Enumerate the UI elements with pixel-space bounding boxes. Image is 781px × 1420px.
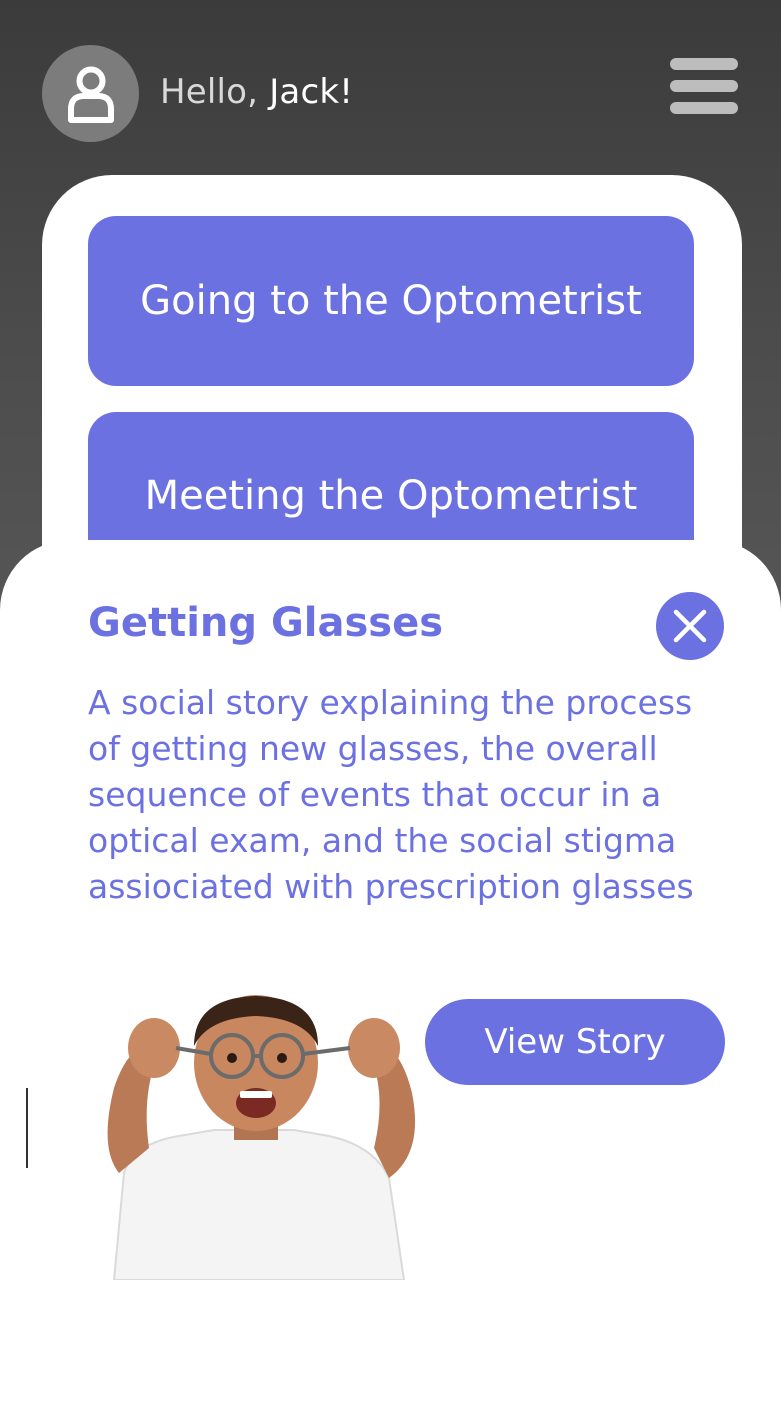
- greeting: Hello, Jack!: [160, 72, 353, 112]
- menu-bar: [670, 102, 738, 114]
- menu-bar: [670, 80, 738, 92]
- greeting-prefix: Hello,: [160, 72, 259, 112]
- menu-bar: [670, 58, 738, 70]
- story-image: [107, 995, 416, 1280]
- view-story-button[interactable]: View Story: [425, 999, 725, 1085]
- user-name: Jack!: [269, 72, 354, 112]
- view-story-label: View Story: [484, 1022, 666, 1062]
- close-icon: [673, 609, 707, 643]
- close-button[interactable]: [656, 592, 724, 660]
- story-title: Getting Glasses: [88, 600, 444, 646]
- hamburger-menu-icon[interactable]: [670, 58, 738, 114]
- story-description: A social story explaining the process of…: [88, 683, 694, 906]
- avatar[interactable]: [42, 45, 139, 142]
- user-icon: [67, 66, 114, 123]
- text-cursor: [26, 1088, 28, 1168]
- topic-button-going-to-optometrist[interactable]: Going to the Optometrist: [88, 216, 694, 386]
- topic-label: Meeting the Optometrist: [144, 472, 638, 519]
- topic-label: Going to the Optometrist: [140, 278, 642, 324]
